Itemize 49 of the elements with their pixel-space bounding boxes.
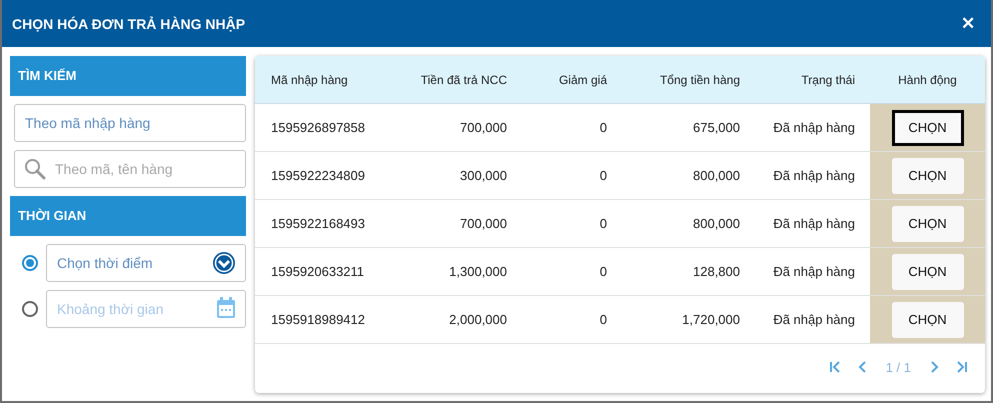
select-button[interactable]: CHỌN bbox=[892, 158, 964, 194]
column-header: Tổng tiền hàng bbox=[658, 72, 740, 86]
table-cell-text: 0 bbox=[598, 264, 607, 279]
table-cell-text: 1595922234809 bbox=[270, 168, 366, 183]
table-cell-text: 675,000 bbox=[692, 120, 740, 135]
calendar-icon bbox=[216, 297, 236, 319]
select-button[interactable]: CHỌN bbox=[892, 254, 964, 290]
table-cell-text: 800,000 bbox=[692, 168, 740, 183]
section-heading: THỜI GIAN bbox=[10, 196, 246, 236]
chevron-down-icon bbox=[212, 251, 236, 275]
table-cell-text: 800,000 bbox=[692, 216, 740, 231]
radio-button[interactable] bbox=[22, 255, 38, 271]
table-cell-text: 1,300,000 bbox=[448, 264, 507, 279]
dropdown-field[interactable]: Chọn thời điểm bbox=[46, 244, 246, 282]
input-field[interactable]: Khoảng thời gian bbox=[46, 290, 246, 328]
table-cell-text: 0 bbox=[598, 216, 607, 231]
input-field[interactable]: Theo mã, tên hàng bbox=[14, 150, 246, 188]
section-heading: TÌM KIẾM bbox=[10, 56, 246, 96]
table-cell-text: 1595922168493 bbox=[270, 216, 366, 231]
radio-button[interactable] bbox=[22, 301, 38, 317]
table-cell-text: 0 bbox=[598, 312, 607, 327]
column-header: Giảm giá bbox=[558, 72, 607, 86]
table-cell-text: Đã nhập hàng bbox=[772, 216, 855, 231]
input-field[interactable]: Theo mã nhập hàng bbox=[14, 104, 246, 142]
column-header: Trạng thái bbox=[800, 72, 855, 86]
table-cell-text: Đã nhập hàng bbox=[772, 264, 855, 279]
table-cell-text: 2,000,000 bbox=[448, 312, 507, 327]
table-cell-text: 700,000 bbox=[459, 216, 507, 231]
column-header: Mã nhập hàng bbox=[270, 72, 349, 86]
select-button[interactable]: CHỌN bbox=[892, 110, 964, 146]
close-button[interactable]: ✕ bbox=[957, 13, 979, 34]
table-cell-text: 128,800 bbox=[692, 264, 740, 279]
table-cell-text: Đã nhập hàng bbox=[772, 120, 855, 135]
table-cell-text: Đã nhập hàng bbox=[772, 312, 855, 327]
window-title: CHỌN HÓA ĐƠN TRẢ HÀNG NHẬP bbox=[12, 16, 246, 32]
table-cell-text: 1595920633211 bbox=[270, 264, 366, 279]
table-cell-text: 1595926897858 bbox=[270, 120, 366, 135]
select-button[interactable]: CHỌN bbox=[892, 302, 964, 338]
select-button[interactable]: CHỌN bbox=[892, 206, 964, 242]
table-cell-text: 700,000 bbox=[459, 120, 507, 135]
column-header: Hành động bbox=[897, 72, 958, 86]
table-cell-text: 300,000 bbox=[459, 168, 507, 183]
page-indicator: 1 / 1 bbox=[884, 360, 912, 374]
table-cell-text: 0 bbox=[598, 168, 607, 183]
table-cell-text: Đã nhập hàng bbox=[772, 168, 855, 183]
table-cell-text: 0 bbox=[598, 120, 607, 135]
table-cell-text: 1595918989412 bbox=[270, 312, 366, 327]
table-cell-text: 1,720,000 bbox=[681, 312, 740, 327]
column-header: Tiền đã trả NCC bbox=[420, 72, 507, 86]
